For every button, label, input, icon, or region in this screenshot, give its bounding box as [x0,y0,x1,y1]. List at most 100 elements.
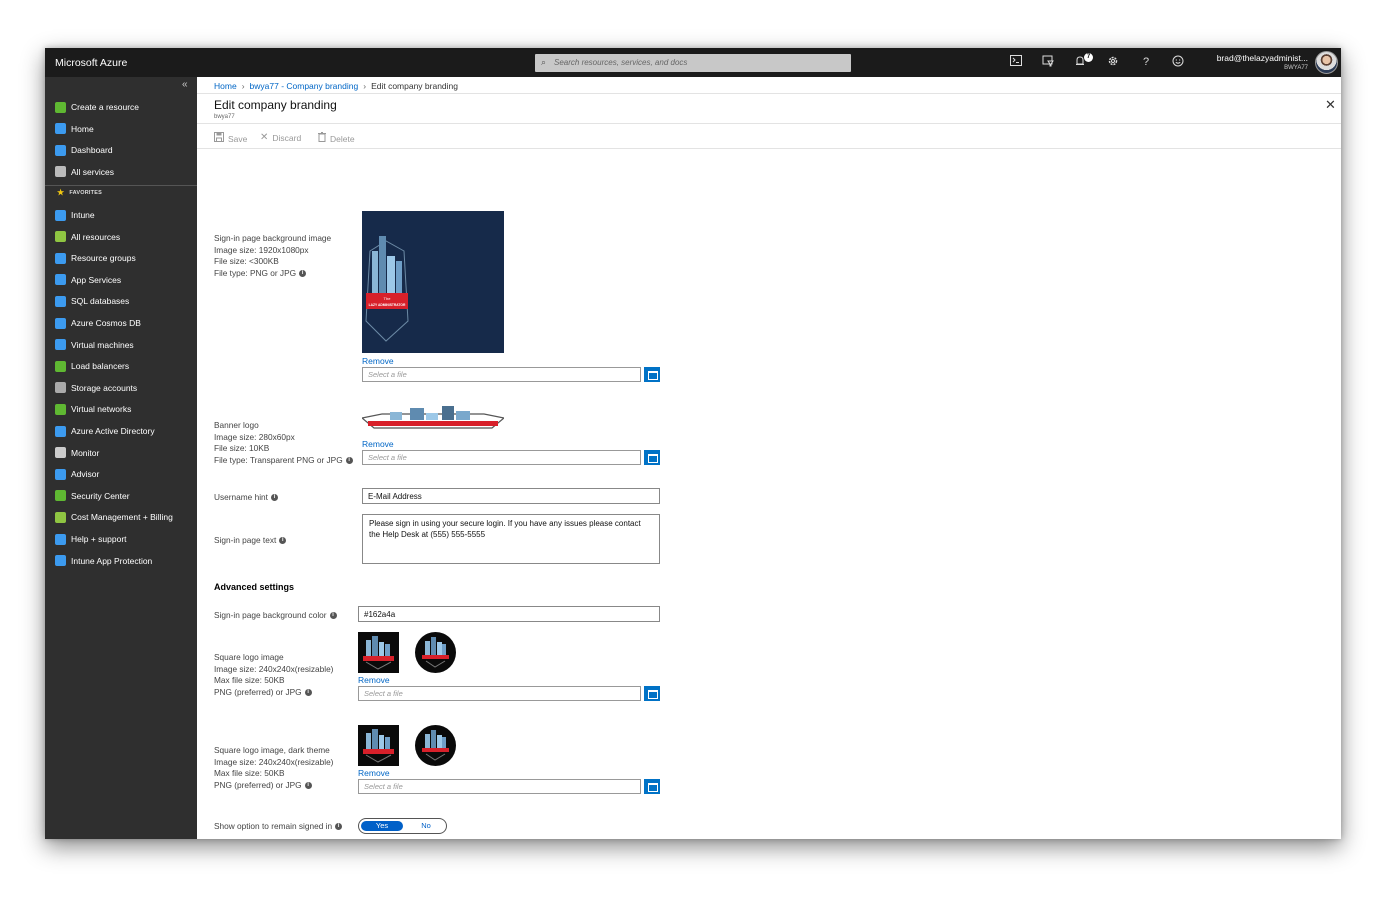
search-icon: ⌕ [541,57,547,67]
info-icon[interactable]: i [345,456,353,464]
info-icon[interactable]: i [304,781,312,789]
directory-filter-icon[interactable] [1041,55,1055,69]
info-icon[interactable]: i [299,269,307,277]
square-logo-dark-size: Image size: 240x240x(resizable) [214,756,334,767]
sidebar-item-create-a-resource[interactable]: Create a resource [55,99,139,115]
portal-brand[interactable]: Microsoft Azure [55,57,127,69]
info-icon[interactable]: i [270,494,278,502]
save-button[interactable]: Save [214,132,247,145]
sidebar-item-virtual-networks[interactable]: Virtual networks [55,401,131,417]
cloud-shell-icon[interactable] [1009,55,1023,69]
signin-text-label: Sign-in page text i [214,535,287,547]
logo-name-text: LAZY ADMINISTRATOR [369,303,406,307]
sidebar-item-label: SQL databases [71,296,130,307]
bg-color-label: Sign-in page background color i [214,610,337,622]
sidebar-item-cost-management-billing[interactable]: Cost Management + Billing [55,509,173,525]
sidebar-item-all-resources[interactable]: All resources [55,229,120,245]
settings-gear-icon[interactable] [1106,55,1120,69]
sidebar-item-label: Storage accounts [71,382,138,393]
sidebar-item-sql-databases[interactable]: SQL databases [55,293,129,309]
discard-label: Discard [272,132,302,143]
plus-icon [55,101,66,113]
sidebar-item-intune[interactable]: Intune [55,207,95,223]
banner-remove-link[interactable]: Remove [362,439,394,449]
sidebar-item-azure-cosmos-db[interactable]: Azure Cosmos DB [55,315,141,331]
toggle-no-option[interactable]: No [411,821,441,831]
help-icon[interactable]: ? [1139,55,1153,69]
breadcrumb-company-branding[interactable]: bwya77 - Company branding [250,81,359,91]
sidebar-item-help-support[interactable]: Help + support [55,531,127,547]
discard-x-icon: ✕ [260,132,269,143]
sidebar-item-monitor[interactable]: Monitor [55,445,99,461]
bg-color-input[interactable]: #162a4a [358,606,660,622]
sidebar-item-azure-active-directory[interactable]: Azure Active Directory [55,423,155,439]
divider [197,148,1341,149]
banner-browse-folder-icon[interactable] [644,450,660,465]
sidebar-item-dashboard[interactable]: Dashboard [55,142,113,158]
sidebar-item-storage-accounts[interactable]: Storage accounts [55,380,137,396]
favorites-header: ★ FAVORITES [57,188,102,197]
trash-icon [318,132,326,145]
main-blade: Home › bwya77 - Company branding › Edit comp… [197,77,1341,839]
gauge-icon [55,447,66,459]
star-icon: ★ [57,188,65,197]
bg-image-remove-link[interactable]: Remove [362,356,394,366]
square-logo-file-input[interactable]: Select a file [358,686,641,701]
signin-text-label-text: Sign-in page text [214,535,277,545]
square-logo-dark-remove-link[interactable]: Remove [358,768,390,778]
sidebar-item-security-center[interactable]: Security Center [55,488,130,504]
sidebar-item-virtual-machines[interactable]: Virtual machines [55,337,134,353]
breadcrumb-separator: › [241,81,245,91]
page-subtitle: bwya77 [214,114,235,120]
sidebar-item-all-services[interactable]: All services [55,164,114,180]
network-icon [55,403,66,415]
cube-icon [55,252,66,264]
planet-icon [55,317,66,329]
sidebar-item-home[interactable]: Home [55,121,94,137]
square-logo-size: Image size: 240x240x(resizable) [214,663,334,674]
info-icon[interactable]: i [335,823,343,831]
square-logo-remove-link[interactable]: Remove [358,675,390,685]
bg-image-browse-folder-icon[interactable] [644,367,660,382]
delete-label: Delete [330,133,355,144]
banner-file-input[interactable]: Select a file [362,450,641,465]
info-icon[interactable]: i [329,612,337,620]
square-logo-browse-folder-icon[interactable] [644,686,660,701]
sidebar-item-advisor[interactable]: Advisor [55,466,99,482]
grid-icon [55,231,66,243]
signin-text-textarea[interactable]: Please sign in using your secure login. … [362,514,660,564]
sidebar-item-load-balancers[interactable]: Load balancers [55,358,129,374]
user-avatar[interactable] [1315,51,1338,74]
info-icon[interactable]: i [304,688,312,696]
collapse-sidebar-icon[interactable]: « [182,79,188,90]
feedback-smiley-icon[interactable] [1171,55,1185,69]
sidebar-item-resource-groups[interactable]: Resource groups [55,250,136,266]
browser-window: Microsoft Azure ⌕ Search resources, serv… [45,48,1341,839]
save-label: Save [228,133,248,144]
sidebar-item-label: Intune App Protection [71,555,153,566]
info-icon[interactable]: i [279,537,287,545]
sidebar-item-label: Help + support [71,534,127,544]
lazy-admin-logo-graphic: The LAZY ADMINISTRATOR [365,236,409,342]
remain-signed-in-toggle[interactable]: Yes No [358,818,447,834]
sidebar-item-app-services[interactable]: App Services [55,272,121,288]
square-logo-dark-browse-folder-icon[interactable] [644,779,660,794]
close-blade-icon[interactable]: ✕ [1325,97,1336,113]
username-hint-input[interactable]: E-Mail Address [362,488,660,504]
sidebar-item-intune-app-protection[interactable]: Intune App Protection [55,553,152,569]
square-logo-dark-file-input[interactable]: Select a file [358,779,641,794]
sidebar-item-label: Azure Cosmos DB [71,318,141,328]
global-search-input[interactable]: ⌕ Search resources, services, and docs [535,54,851,72]
toggle-yes-option[interactable]: Yes [361,821,403,831]
bg-image-file-input[interactable]: Select a file [362,367,641,382]
dashboard-icon [55,144,66,156]
breadcrumb-home[interactable]: Home [214,81,237,91]
account-menu[interactable]: brad@thelazyadminist... BWYA77 [1208,53,1308,71]
square-logo-filetype: PNG (preferred) or JPG [214,686,302,697]
tenant-name: BWYA77 [1284,65,1308,71]
square-logo-dark-filesize: Max file size: 50KB [214,768,285,778]
sidebar-item-label: Resource groups [71,253,136,264]
aad-icon [55,425,66,437]
delete-button[interactable]: Delete [318,132,355,145]
discard-button[interactable]: ✕ Discard [260,132,301,143]
